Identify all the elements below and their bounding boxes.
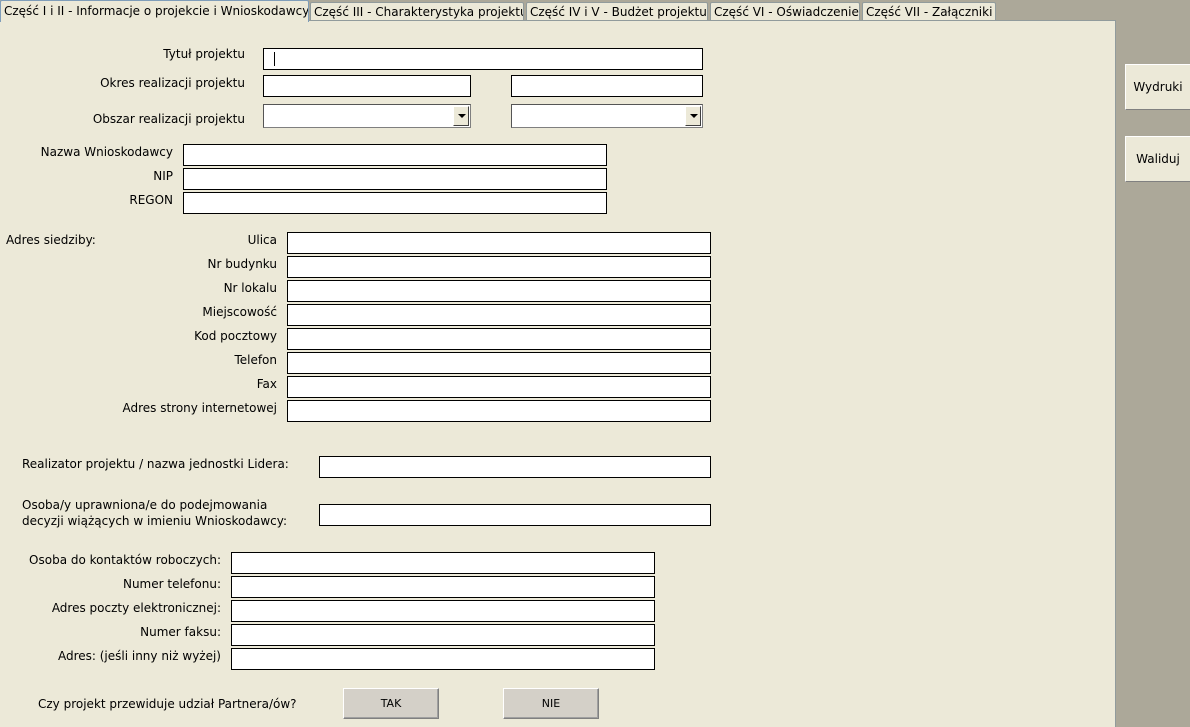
project-title-input[interactable] <box>263 48 703 70</box>
contact-fax-input[interactable] <box>231 624 655 646</box>
partner-yes-button[interactable]: TAK <box>343 688 439 719</box>
partner-question-label: Czy projekt przewiduje udział Partnera/ó… <box>38 697 297 711</box>
contact-email-input[interactable] <box>231 600 655 622</box>
tab-part-6[interactable]: Część VI - Oświadczenie <box>710 2 860 20</box>
building-no-label: Nr budynku <box>207 257 277 271</box>
tab-strip: Część I i II - Informacje o projekcie i … <box>0 0 1116 22</box>
contact-address-label: Adres: (jeśli inny niż wyżej) <box>57 649 221 663</box>
chevron-down-icon[interactable] <box>685 106 701 126</box>
project-period-label: Okres realizacji projektu <box>100 76 245 90</box>
phone-label: Telefon <box>234 353 277 367</box>
website-label: Adres strony internetowej <box>122 401 277 415</box>
postal-code-input[interactable] <box>287 328 711 350</box>
contact-phone-label: Numer telefonu: <box>122 577 221 591</box>
regon-input[interactable] <box>183 192 607 214</box>
project-period-end-input[interactable] <box>511 75 703 97</box>
leader-input[interactable] <box>319 456 711 478</box>
project-area-select-2[interactable] <box>511 104 703 128</box>
city-input[interactable] <box>287 304 711 326</box>
fax-input[interactable] <box>287 376 711 398</box>
building-no-input[interactable] <box>287 256 711 278</box>
apartment-no-input[interactable] <box>287 280 711 302</box>
nip-input[interactable] <box>183 168 607 190</box>
phone-input[interactable] <box>287 352 711 374</box>
city-label: Miejscowość <box>202 305 277 319</box>
applicant-name-label: Nazwa Wnioskodawcy <box>40 145 173 159</box>
tab-part-1-2[interactable]: Część I i II - Informacje o projekcie i … <box>0 0 309 22</box>
tab-part-4-5[interactable]: Część IV i V - Budżet projektu <box>526 2 708 20</box>
postal-code-label: Kod pocztowy <box>194 329 277 343</box>
contact-email-label: Adres poczty elektronicznej: <box>51 601 221 615</box>
address-section-label: Adres siedziby: <box>6 233 96 247</box>
apartment-no-label: Nr lokalu <box>223 281 277 295</box>
contact-person-label: Osoba do kontaktów roboczych: <box>29 553 221 567</box>
project-area-label: Obszar realizacji projektu <box>92 112 245 126</box>
validate-button[interactable]: Waliduj <box>1125 136 1190 182</box>
project-area-select-1[interactable] <box>263 104 471 128</box>
leader-label: Realizator projektu / nazwa jednostki Li… <box>22 457 289 471</box>
authorized-persons-input[interactable] <box>319 504 711 526</box>
text-caret <box>274 52 275 66</box>
contact-person-input[interactable] <box>231 552 655 574</box>
fax-label: Fax <box>256 377 277 391</box>
contact-address-input[interactable] <box>231 648 655 670</box>
street-input[interactable] <box>287 232 711 254</box>
form-panel: Tytuł projektu Okres realizacji projektu… <box>0 20 1116 727</box>
project-period-start-input[interactable] <box>263 75 471 97</box>
authorized-persons-label: Osoba/y uprawniona/e do podejmowania dec… <box>22 498 287 528</box>
regon-label: REGON <box>129 193 173 207</box>
contact-fax-label: Numer faksu: <box>140 625 221 639</box>
tab-part-7[interactable]: Część VII - Załączniki <box>862 2 996 20</box>
partner-no-button[interactable]: NIE <box>503 688 599 719</box>
project-title-label: Tytuł projektu <box>163 47 245 61</box>
print-button[interactable]: Wydruki <box>1125 64 1190 110</box>
chevron-down-icon[interactable] <box>453 106 469 126</box>
contact-phone-input[interactable] <box>231 576 655 598</box>
website-input[interactable] <box>287 400 711 422</box>
street-label: Ulica <box>247 233 277 247</box>
applicant-name-input[interactable] <box>183 144 607 166</box>
nip-label: NIP <box>153 169 173 183</box>
tab-part-3[interactable]: Część III - Charakterystyka projektu <box>310 2 524 20</box>
